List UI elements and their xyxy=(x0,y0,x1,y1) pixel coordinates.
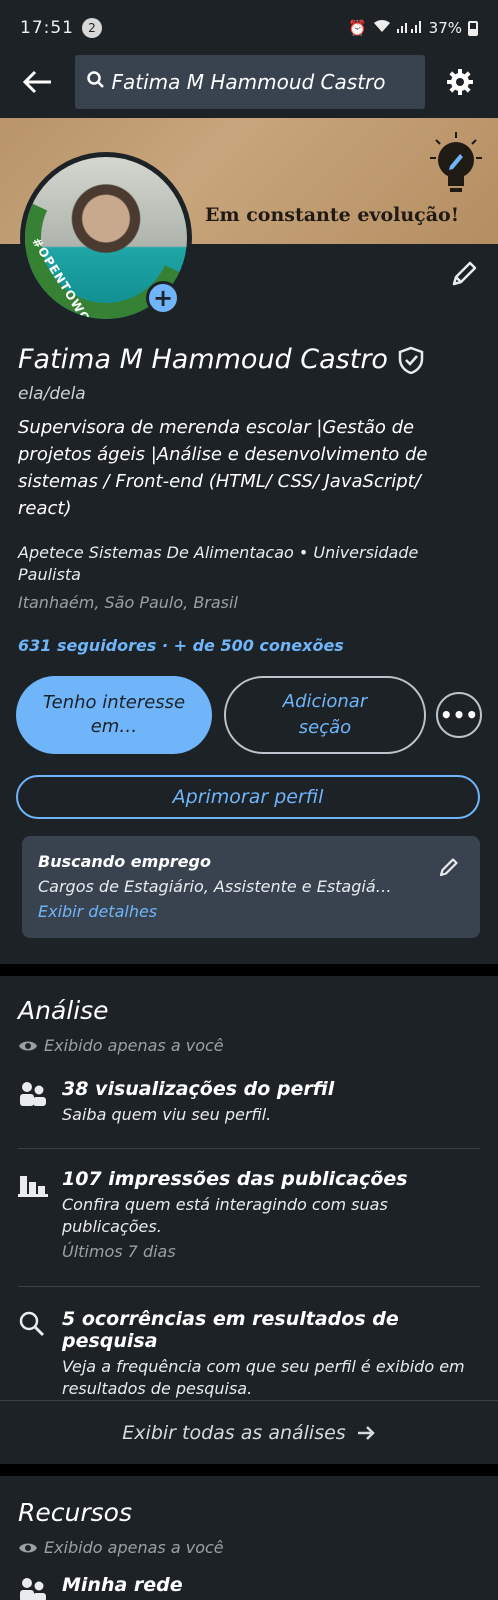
analytics-item-profile-views[interactable]: 38 visualizações do perfil Saiba quem vi… xyxy=(18,1078,480,1138)
profile-headline: Supervisora de merenda escolar |Gestão d… xyxy=(18,417,428,519)
open-to-work-roles: Cargos de Estagiário, Assistente e Estag… xyxy=(38,877,392,896)
eye-icon xyxy=(19,1041,37,1050)
show-all-analytics-button[interactable]: Exibir todas as análises xyxy=(0,1404,498,1462)
add-section-label: Adicionar seção xyxy=(282,691,368,738)
analytics-private-note: Exibido apenas a você xyxy=(18,1036,224,1055)
status-icons: ⏰ 37% xyxy=(348,19,478,37)
gear-icon xyxy=(447,69,474,95)
verified-shield-icon[interactable] xyxy=(398,346,424,374)
people-icon xyxy=(20,1082,46,1106)
top-app-bar: Fatima M Hammoud Castro xyxy=(0,48,498,116)
pronouns: ela/dela xyxy=(18,384,86,404)
ellipsis-icon: ••• xyxy=(439,703,479,727)
search-icon xyxy=(19,1311,45,1337)
divider xyxy=(18,1148,480,1149)
resources-item-title: Minha rede xyxy=(62,1574,183,1596)
analytics-title: Análise xyxy=(18,996,109,1025)
pencil-icon xyxy=(439,858,458,877)
people-icon xyxy=(20,1578,46,1600)
private-note-label: Exibido apenas a você xyxy=(44,1036,224,1055)
alarm-icon: ⏰ xyxy=(347,19,367,37)
show-all-analytics-label: Exibir todas as análises xyxy=(122,1422,346,1444)
arrow-right-icon xyxy=(357,1426,375,1440)
battery-level: 37% xyxy=(428,19,462,37)
analytics-item-desc: Confira quem está interagindo com suas p… xyxy=(62,1195,388,1236)
analytics-item-title: 5 ocorrências em resultados de pesquisa xyxy=(62,1308,399,1352)
profile-location: Itanhaém, São Paulo, Brasil xyxy=(18,593,238,612)
edit-intro-button[interactable] xyxy=(448,258,480,290)
open-to-work-details-link[interactable]: Exibir detalhes xyxy=(38,902,464,921)
analytics-item-search-appearances[interactable]: 5 ocorrências em resultados de pesquisa … xyxy=(18,1308,480,1398)
arrow-left-icon xyxy=(22,70,51,94)
divider xyxy=(18,1286,480,1287)
open-to-work-card[interactable]: Buscando emprego Cargos de Estagiário, A… xyxy=(22,836,480,938)
eye-icon xyxy=(19,1543,37,1552)
profile-company[interactable]: Apetece Sistemas De Alimentacao • Univer… xyxy=(18,542,478,586)
private-note-label: Exibido apenas a você xyxy=(44,1538,224,1557)
open-to-work-title: Buscando emprego xyxy=(38,852,211,871)
open-to-button[interactable]: Tenho interesse em… xyxy=(16,676,212,754)
improve-profile-label: Aprimorar perfil xyxy=(172,786,324,808)
wifi-icon xyxy=(373,19,391,37)
battery-icon xyxy=(468,20,478,36)
edit-open-to-work-button[interactable] xyxy=(438,856,460,882)
analytics-item-title: 107 impressões das publicações xyxy=(62,1168,408,1190)
resources-private-note: Exibido apenas a você xyxy=(18,1538,224,1557)
profile-name: Fatima M Hammoud Castro xyxy=(18,344,388,375)
analytics-item-desc: Veja a frequência com que seu perfil é e… xyxy=(62,1357,465,1398)
notification-count-badge: 2 xyxy=(82,18,102,38)
add-section-button[interactable]: Adicionar seção xyxy=(224,676,426,754)
add-story-button[interactable]: + xyxy=(146,281,180,315)
banner-text: Em constante evolução! xyxy=(205,204,460,226)
back-button[interactable] xyxy=(16,60,59,104)
analytics-item-desc: Saiba quem viu seu perfil. xyxy=(62,1105,272,1124)
analytics-item-post-impressions[interactable]: 107 impressões das publicações Confira q… xyxy=(18,1168,480,1278)
analytics-item-period: Últimos 7 dias xyxy=(62,1242,176,1261)
followers-connections-link[interactable]: 631 seguidores · + de 500 conexões xyxy=(18,636,344,655)
search-icon xyxy=(87,70,105,94)
pencil-icon xyxy=(452,261,477,286)
resources-item-my-network[interactable]: Minha rede xyxy=(18,1574,480,1600)
open-to-button-label: Tenho interesse em… xyxy=(42,692,186,737)
divider xyxy=(0,1400,498,1401)
profile-name-row: Fatima M Hammoud Castro xyxy=(18,344,424,375)
search-input[interactable]: Fatima M Hammoud Castro xyxy=(75,55,425,109)
settings-button[interactable] xyxy=(439,60,482,104)
resources-title: Recursos xyxy=(18,1498,132,1527)
more-options-button[interactable]: ••• xyxy=(436,692,482,738)
plus-icon: + xyxy=(152,284,174,312)
bar-chart-icon xyxy=(18,1176,48,1197)
improve-profile-button[interactable]: Aprimorar perfil xyxy=(16,775,480,819)
search-query: Fatima M Hammoud Castro xyxy=(111,70,386,94)
analytics-item-title: 38 visualizações do perfil xyxy=(62,1078,335,1100)
status-time: 17:51 xyxy=(20,18,74,38)
signal-icon xyxy=(396,19,423,37)
lightbulb-pencil-icon xyxy=(430,132,482,206)
